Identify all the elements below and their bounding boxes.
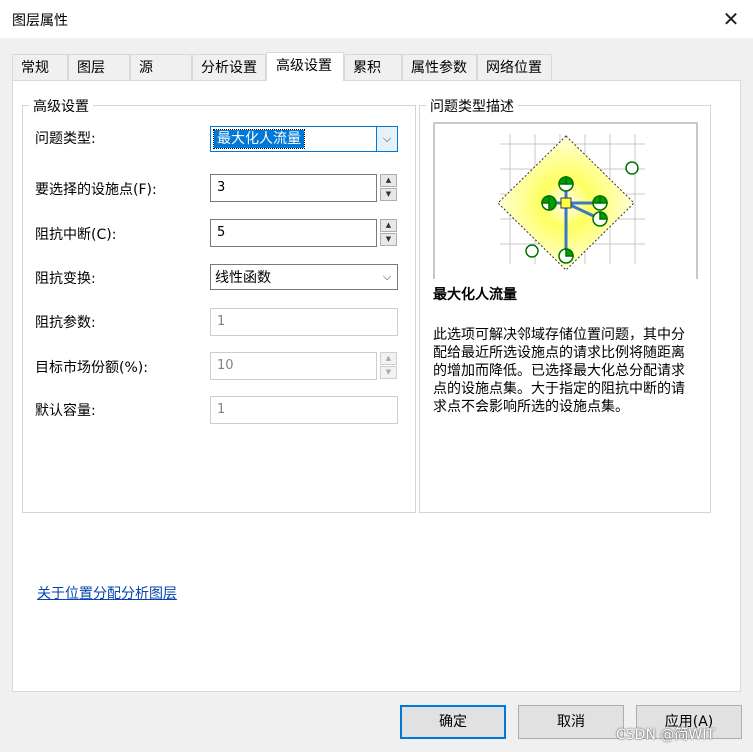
market-share-label: 目标市场份额(%): (35, 360, 148, 376)
tab-general[interactable]: 常规 (12, 54, 68, 80)
help-link[interactable]: 关于位置分配分析图层 (37, 583, 177, 603)
problem-type-diagram (433, 122, 698, 279)
ok-button[interactable]: 确定 (400, 705, 506, 739)
advanced-settings-legend: 高级设置 (29, 96, 93, 116)
transform-value: 线性函数 (215, 270, 271, 286)
facilities-input[interactable]: 3 (210, 174, 377, 202)
transform-select[interactable]: 线性函数 ⌵ (210, 264, 398, 290)
capacity-label: 默认容量: (35, 403, 96, 419)
cutoff-label: 阻抗中断(C): (35, 227, 117, 243)
title-bar: 图层属性 ✕ (0, 0, 753, 38)
description-group: 问题类型描述 最大化人流量 此选项可解决邻域存储位置问题，其中分配给最近所选设施… (419, 96, 711, 513)
cutoff-spinner[interactable]: ▲ ▼ (380, 219, 397, 247)
spin-up-icon[interactable]: ▲ (380, 352, 397, 365)
spin-down-icon[interactable]: ▼ (380, 233, 397, 246)
window-title: 图层属性 (12, 13, 68, 29)
transform-label: 阻抗变换: (35, 271, 96, 287)
spin-up-icon[interactable]: ▲ (380, 174, 397, 187)
cutoff-input[interactable]: 5 (210, 219, 377, 247)
chevron-down-icon[interactable]: ⌵ (377, 265, 397, 289)
param-label: 阻抗参数: (35, 315, 96, 331)
cancel-button[interactable]: 取消 (518, 705, 624, 739)
close-icon[interactable]: ✕ (718, 6, 744, 32)
spin-up-icon[interactable]: ▲ (380, 219, 397, 232)
problem-type-label: 问题类型: (35, 131, 96, 147)
tab-panel: 高级设置 问题类型: 最大化人流量 ⌵ 要选择的设施点(F): 3 ▲ ▼ 阻抗… (12, 80, 741, 692)
tab-analysis-settings[interactable]: 分析设置 (192, 54, 266, 80)
tab-layer[interactable]: 图层 (68, 54, 130, 80)
description-title: 最大化人流量 (433, 287, 517, 303)
spin-down-icon[interactable]: ▼ (380, 188, 397, 201)
problem-type-value: 最大化人流量 (213, 129, 305, 149)
capacity-input[interactable]: 1 (210, 396, 398, 424)
tab-source[interactable]: 源 (130, 54, 192, 80)
chevron-down-icon[interactable]: ⌵ (376, 127, 397, 151)
description-legend: 问题类型描述 (426, 96, 518, 116)
facilities-label: 要选择的设施点(F): (35, 182, 157, 198)
facilities-spinner[interactable]: ▲ ▼ (380, 174, 397, 202)
watermark: CSDN @简WIT (616, 727, 715, 743)
problem-type-select[interactable]: 最大化人流量 ⌵ (210, 126, 398, 152)
market-share-spinner[interactable]: ▲ ▼ (380, 352, 397, 380)
param-input[interactable]: 1 (210, 308, 398, 336)
description-text: 此选项可解决邻域存储位置问题，其中分配给最近所选设施点的请求比例将随距离的增加而… (433, 327, 685, 415)
tab-accumulation[interactable]: 累积 (344, 54, 402, 80)
tab-attribute-parameters[interactable]: 属性参数 (402, 54, 477, 80)
market-share-input[interactable]: 10 (210, 352, 377, 380)
tab-advanced-settings[interactable]: 高级设置 (266, 52, 344, 81)
advanced-settings-group: 高级设置 问题类型: 最大化人流量 ⌵ 要选择的设施点(F): 3 ▲ ▼ 阻抗… (22, 96, 416, 513)
spin-down-icon[interactable]: ▼ (380, 366, 397, 379)
tab-network-locations[interactable]: 网络位置 (477, 54, 552, 80)
maximize-attendance-diagram (497, 134, 645, 271)
